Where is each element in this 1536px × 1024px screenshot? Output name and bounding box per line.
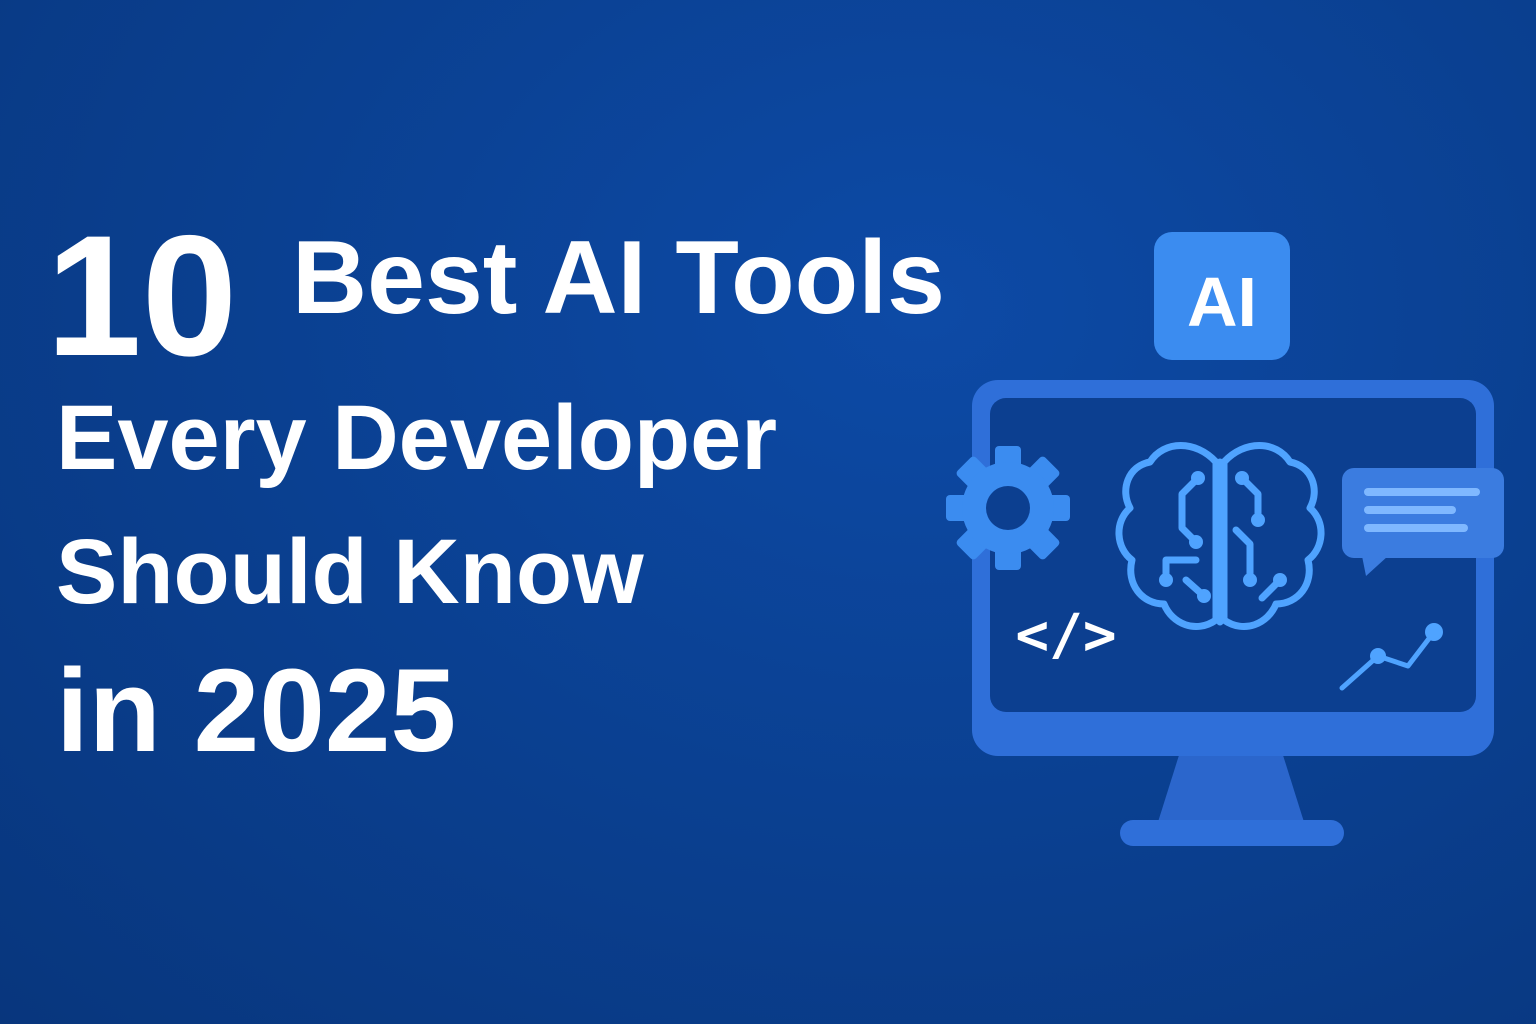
- ai-badge-icon: AI: [1154, 232, 1290, 360]
- gear-icon: [946, 446, 1070, 570]
- code-tag-icon: </>: [1015, 603, 1116, 668]
- banner: 10 Best AI Tools Every Developer Should …: [0, 0, 1536, 1024]
- ai-badge-text: AI: [1187, 263, 1257, 341]
- illustration: AI </>: [946, 232, 1504, 846]
